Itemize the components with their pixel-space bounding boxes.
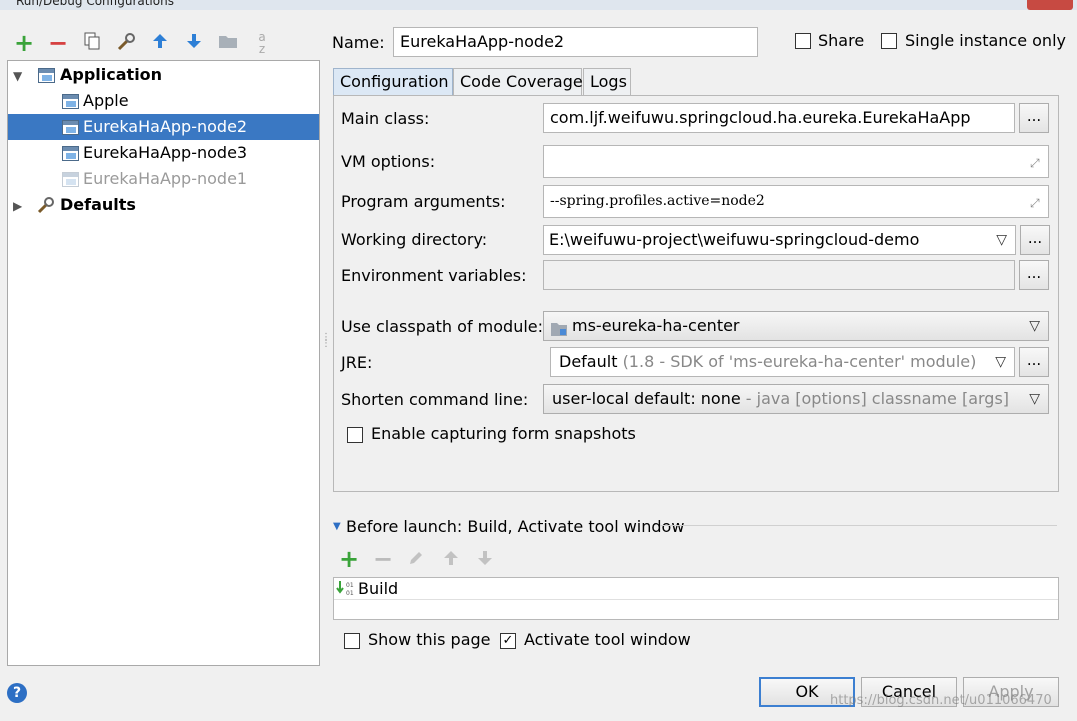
help-button[interactable]: ? [7, 683, 27, 703]
copy-icon[interactable] [80, 31, 104, 55]
tree-item-label: Apple [83, 91, 129, 110]
watermark-text: https://blog.csdn.net/u011066470 [830, 693, 1052, 708]
show-this-page-label: Show this page [368, 630, 491, 649]
before-launch-task-list[interactable]: 01 01 Build [333, 577, 1059, 620]
jre-label: JRE: [341, 353, 373, 372]
chevron-right-icon[interactable]: ▶ [13, 193, 22, 219]
remove-icon[interactable]: − [46, 31, 70, 55]
collapse-arrow-icon[interactable]: ▼ [333, 521, 341, 532]
window-title: Run/Debug Configurations [16, 0, 174, 8]
chevron-down-icon[interactable]: ▽ [995, 348, 1006, 376]
splitter-handle[interactable]: ⋮ ⋮ [321, 333, 331, 349]
chevron-down-icon[interactable]: ▽ [996, 226, 1007, 254]
defaults-icon [36, 195, 56, 223]
tab-logs[interactable]: Logs [583, 68, 631, 95]
jre-combo[interactable]: Default (1.8 - SDK of 'ms-eureka-ha-cent… [550, 347, 1015, 377]
share-label: Share [818, 31, 865, 50]
main-class-browse-button[interactable]: ... [1019, 103, 1049, 133]
before-launch-title[interactable]: Before launch: Build, Activate tool wind… [346, 517, 684, 536]
move-down-icon[interactable] [182, 31, 206, 55]
vm-options-label: VM options: [341, 152, 436, 171]
configuration-tree[interactable]: ▼ Application Apple EurekaHaApp-node2 Eu… [7, 60, 320, 666]
shorten-command-line-value: user-local default: none [552, 389, 741, 408]
add-task-icon[interactable]: + [339, 545, 359, 573]
single-instance-checkbox[interactable] [881, 33, 897, 49]
list-item[interactable]: 01 01 Build [334, 578, 1058, 600]
share-checkbox[interactable] [795, 33, 811, 49]
move-up-icon[interactable] [148, 31, 172, 55]
main-class-input[interactable]: com.ljf.weifuwu.springcloud.ha.eureka.Eu… [543, 103, 1015, 133]
working-directory-combo[interactable]: E:\weifuwu-project\weifuwu-springcloud-d… [543, 225, 1016, 255]
chevron-down-icon[interactable]: ▽ [1029, 312, 1040, 340]
show-this-page-checkbox[interactable] [344, 633, 360, 649]
activate-tool-window-label: Activate tool window [524, 630, 691, 649]
single-instance-label: Single instance only [905, 31, 1066, 50]
tree-item-eurekahaapp-node1[interactable]: EurekaHaApp-node1 [8, 166, 319, 192]
chevron-down-icon[interactable]: ▼ [13, 63, 22, 89]
tree-node-label: Defaults [60, 195, 136, 214]
application-config-icon [62, 94, 79, 109]
close-window-button[interactable] [1027, 0, 1073, 10]
remove-task-icon[interactable]: − [373, 545, 393, 573]
name-label: Name: [332, 33, 385, 52]
tree-node-application[interactable]: ▼ Application [8, 62, 319, 88]
tree-item-label: EurekaHaApp-node2 [83, 117, 248, 136]
classpath-module-value: ms-eureka-ha-center [572, 316, 740, 335]
svg-text:01: 01 [346, 590, 354, 597]
add-icon[interactable]: + [12, 31, 36, 55]
build-icon: 01 01 [336, 580, 356, 602]
classpath-module-label: Use classpath of module: [341, 317, 544, 336]
environment-variables-label: Environment variables: [341, 266, 527, 285]
application-icon [38, 68, 55, 83]
tree-node-label: Application [60, 65, 163, 84]
tab-code-coverage[interactable]: Code Coverage [453, 68, 583, 95]
shorten-command-line-hint: - java [options] classname [args] [745, 389, 1010, 408]
move-task-down-icon[interactable] [476, 549, 494, 571]
activate-tool-window-checkbox[interactable]: ✓ [500, 633, 516, 649]
before-launch-separator [660, 525, 1057, 526]
program-arguments-label: Program arguments: [341, 192, 506, 211]
chevron-down-icon[interactable]: ▽ [1029, 385, 1040, 413]
svg-text:01: 01 [346, 582, 354, 589]
tab-configuration[interactable]: Configuration [333, 68, 453, 96]
task-label: Build [358, 579, 399, 598]
move-task-up-icon[interactable] [442, 549, 460, 571]
title-bar: Run/Debug Configurations [0, 0, 1077, 10]
sort-icon[interactable]: az [250, 31, 274, 55]
main-class-label: Main class: [341, 109, 430, 128]
application-config-icon [62, 172, 79, 187]
enable-snapshots-checkbox[interactable] [347, 427, 363, 443]
working-directory-browse-button[interactable]: ... [1020, 225, 1050, 255]
tree-item-apple[interactable]: Apple [8, 88, 319, 114]
shorten-command-line-label: Shorten command line: [341, 390, 529, 409]
tree-item-label: EurekaHaApp-node1 [83, 169, 248, 188]
tree-item-eurekahaapp-node3[interactable]: EurekaHaApp-node3 [8, 140, 319, 166]
folder-icon[interactable] [216, 31, 240, 55]
vm-options-input[interactable] [543, 145, 1049, 178]
application-config-icon [62, 120, 79, 135]
working-directory-label: Working directory: [341, 230, 488, 249]
enable-snapshots-label: Enable capturing form snapshots [371, 424, 636, 443]
edit-defaults-icon[interactable] [114, 31, 138, 55]
edit-task-icon[interactable] [407, 549, 425, 571]
program-arguments-input[interactable]: --spring.profiles.active=node2 [543, 185, 1049, 218]
tree-item-label: EurekaHaApp-node3 [83, 143, 248, 162]
environment-variables-input[interactable] [543, 260, 1015, 290]
name-input[interactable]: EurekaHaApp-node2 [393, 27, 758, 57]
jre-value: Default [559, 352, 618, 371]
application-config-icon [62, 146, 79, 161]
shorten-command-line-combo[interactable]: user-local default: none - java [options… [543, 384, 1049, 414]
tree-node-defaults[interactable]: ▶ Defaults [8, 192, 319, 218]
jre-hint: (1.8 - SDK of 'ms-eureka-ha-center' modu… [622, 352, 977, 371]
module-icon [550, 318, 568, 340]
jre-browse-button[interactable]: ... [1019, 347, 1049, 377]
classpath-module-combo[interactable]: ms-eureka-ha-center ▽ [543, 311, 1049, 341]
tree-item-eurekahaapp-node2[interactable]: EurekaHaApp-node2 [8, 114, 319, 140]
working-directory-value: E:\weifuwu-project\weifuwu-springcloud-d… [549, 230, 920, 249]
environment-variables-browse-button[interactable]: ... [1019, 260, 1049, 290]
